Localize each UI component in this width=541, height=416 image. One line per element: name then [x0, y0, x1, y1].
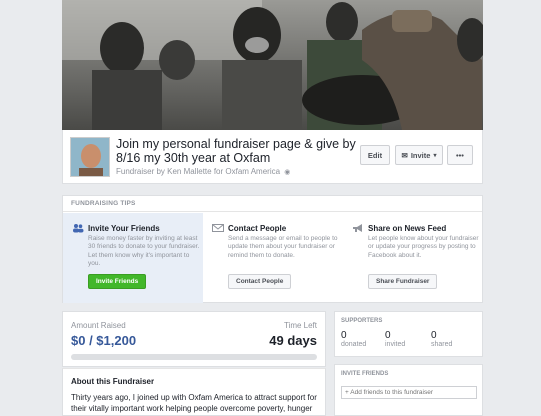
stat-invited: 0 invited: [385, 330, 405, 348]
more-label: •••: [456, 150, 464, 160]
tip-invite-friends: Invite Your Friends Raise money faster b…: [63, 213, 203, 303]
fundraiser-header: Join my personal fundraiser page & give …: [62, 130, 483, 184]
stat-shared: 0 shared: [431, 330, 452, 348]
page-title: Join my personal fundraiser page & give …: [116, 137, 356, 165]
amount-value: $0 / $1,200: [71, 333, 137, 348]
tips-heading: FUNDRAISING TIPS: [63, 196, 482, 212]
megaphone-icon: [353, 224, 362, 232]
stat-value: 0: [431, 330, 437, 341]
contact-people-button[interactable]: Contact People: [228, 274, 292, 289]
stat-value: 0: [385, 330, 391, 341]
tip-contact-people: Contact People Send a message or email t…: [203, 213, 343, 303]
time-value: 49 days: [269, 333, 317, 348]
stat-label: donated: [341, 341, 367, 348]
envelope-icon: [212, 224, 224, 232]
progress-bar: [71, 354, 317, 360]
edit-label: Edit: [367, 150, 383, 160]
tip-body: Send a message or email to people to upd…: [228, 235, 338, 259]
caret-down-icon: ▾: [433, 152, 437, 159]
tip-body: Let people know about your fundraiser or…: [368, 235, 479, 259]
globe-icon: ◉: [284, 169, 291, 176]
time-label: Time Left: [283, 321, 317, 330]
friends-icon: [73, 224, 84, 233]
amount-raised-panel: Amount Raised Time Left $0 / $1,200 49 d…: [62, 311, 326, 367]
fundraiser-subtitle: Fundraiser by Ken Mallette for Oxfam Ame…: [116, 167, 290, 176]
avatar[interactable]: [70, 137, 110, 177]
invite-heading: INVITE FRIENDS: [341, 371, 389, 377]
cover-photo: [62, 0, 483, 130]
stat-donated: 0 donated: [341, 330, 366, 348]
about-heading: About this Fundraiser: [71, 377, 155, 386]
add-friends-input[interactable]: [341, 386, 477, 399]
stat-label: shared: [431, 341, 453, 348]
about-text: Thirty years ago, I joined up with Oxfam…: [71, 393, 317, 413]
tip-title: Share on News Feed: [368, 224, 447, 233]
supporters-heading: SUPPORTERS: [341, 318, 383, 324]
amount-label: Amount Raised: [71, 321, 126, 330]
invite-friends-panel: INVITE FRIENDS: [334, 364, 483, 416]
tip-title: Invite Your Friends: [88, 224, 160, 233]
fundraising-tips: FUNDRAISING TIPS Invite Your Friends Rai…: [62, 195, 483, 303]
share-fundraiser-button[interactable]: Share Fundraiser: [368, 274, 438, 289]
stat-label: invited: [385, 341, 406, 348]
tip-body: Raise money faster by inviting at least …: [88, 235, 200, 267]
tip-share-news-feed: Share on News Feed Let people know about…: [343, 213, 483, 303]
more-options-button[interactable]: •••: [447, 145, 473, 165]
about-section: About this Fundraiser Thirty years ago, …: [62, 368, 326, 416]
edit-button[interactable]: Edit: [360, 145, 390, 165]
subtitle-text: Fundraiser by Ken Mallette for Oxfam Ame…: [116, 167, 281, 176]
invite-friends-button[interactable]: Invite Friends: [88, 274, 147, 289]
envelope-icon: ✉: [401, 150, 408, 160]
invite-button[interactable]: ✉ Invite ▾: [395, 145, 443, 165]
stat-value: 0: [341, 330, 347, 341]
tip-title: Contact People: [228, 224, 287, 233]
invite-label: Invite: [410, 150, 431, 160]
supporters-panel: SUPPORTERS 0 donated 0 invited 0 shared: [334, 311, 483, 357]
